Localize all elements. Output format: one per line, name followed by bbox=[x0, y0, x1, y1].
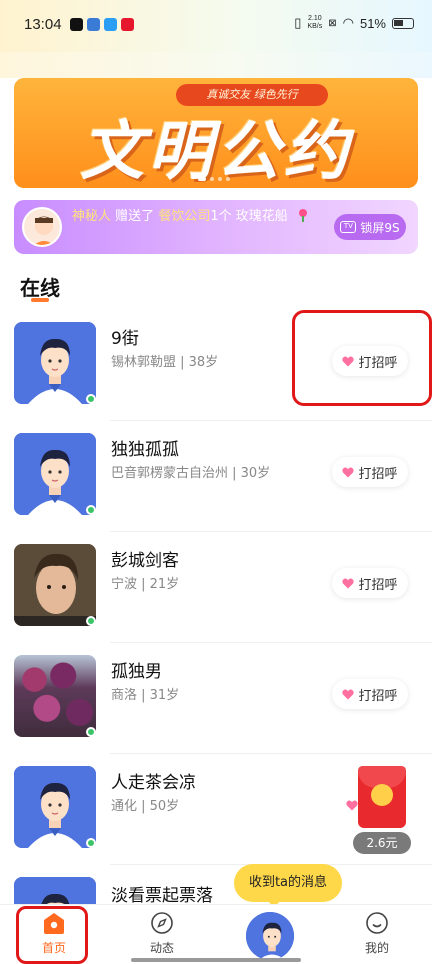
avatar[interactable] bbox=[14, 655, 96, 737]
heart-icon bbox=[342, 689, 355, 699]
list-item[interactable]: 孤独男 商洛 | 31岁 打招呼 bbox=[0, 643, 432, 754]
app-icon bbox=[104, 18, 117, 31]
avatar[interactable] bbox=[14, 322, 96, 404]
tab-label: 动态 bbox=[149, 941, 174, 955]
red-packet-icon[interactable] bbox=[358, 766, 406, 828]
app-icon bbox=[87, 18, 100, 31]
tab-mine[interactable]: 我的 bbox=[342, 911, 412, 956]
heart-icon bbox=[342, 578, 355, 588]
section-title-online[interactable]: 在线 bbox=[20, 272, 60, 301]
user-location-age: 通化 | 50岁 bbox=[111, 799, 180, 814]
user-location-age: 巴音郭楞蒙古自治州 | 30岁 bbox=[111, 466, 271, 481]
center-avatar-button[interactable] bbox=[244, 910, 296, 962]
banner-dot bbox=[218, 177, 222, 181]
sim-off-icon: ⊠ bbox=[328, 17, 337, 29]
online-indicator bbox=[86, 394, 96, 404]
red-packet-amount[interactable]: 2.6元 bbox=[353, 832, 411, 854]
gift-notice[interactable]: 神秘人 赠送了 餐饮公司1个 玫瑰花船 TV 锁屏9S bbox=[14, 200, 418, 254]
greet-button[interactable]: 打招呼 bbox=[332, 457, 408, 487]
avatar[interactable] bbox=[14, 877, 96, 905]
list-item[interactable]: 独独孤孤 巴音郭楞蒙古自治州 | 30岁 打招呼 bbox=[0, 421, 432, 532]
tab-label: 我的 bbox=[364, 941, 389, 955]
lock-label: 锁屏9S bbox=[360, 220, 400, 235]
message-toast[interactable]: 收到ta的消息 bbox=[234, 864, 342, 908]
online-indicator bbox=[86, 838, 96, 848]
notification-icons bbox=[70, 18, 134, 31]
battery-percent: 51% bbox=[359, 15, 386, 31]
weibo-icon bbox=[121, 18, 134, 31]
greet-button[interactable]: 打招呼 bbox=[332, 679, 408, 709]
greet-label: 打招呼 bbox=[358, 688, 398, 704]
battery-icon bbox=[392, 17, 414, 29]
notice-verb: 赠送了 bbox=[115, 209, 155, 224]
banner-dot bbox=[198, 177, 206, 181]
header-background bbox=[0, 52, 432, 78]
avatar[interactable] bbox=[14, 766, 96, 848]
user-name: 孤独男 bbox=[111, 662, 162, 682]
lock-screen-button[interactable]: TV 锁屏9S bbox=[334, 214, 406, 240]
wifi-icon: ◠ bbox=[342, 15, 354, 30]
banner-dot bbox=[226, 177, 230, 181]
tiktok-icon bbox=[70, 18, 83, 31]
smile-icon bbox=[366, 912, 388, 934]
heart-icon bbox=[342, 467, 355, 477]
banner-title: 文明公约 bbox=[80, 115, 352, 188]
user-name: 9街 bbox=[111, 329, 139, 349]
notice-gift: 1个 玫瑰花船 bbox=[210, 209, 288, 224]
user-location-age: 宁波 | 21岁 bbox=[111, 577, 180, 592]
banner-pagination bbox=[198, 177, 230, 181]
online-indicator bbox=[86, 727, 96, 737]
online-indicator bbox=[86, 616, 96, 626]
online-indicator bbox=[86, 505, 96, 515]
greet-button[interactable]: 打招呼 bbox=[332, 568, 408, 598]
coin-icon bbox=[371, 784, 393, 806]
avatar[interactable] bbox=[14, 544, 96, 626]
vibrate-icon: ▯ bbox=[294, 15, 302, 30]
compass-icon bbox=[151, 912, 173, 934]
annotation-box-greet bbox=[292, 310, 432, 406]
user-name: 人走茶会凉 bbox=[111, 773, 196, 793]
rose-boat-icon bbox=[296, 208, 310, 222]
user-name: 彭城剑客 bbox=[111, 551, 179, 571]
greet-label: 打招呼 bbox=[358, 466, 398, 482]
user-name: 淡看票起票落 bbox=[111, 886, 213, 905]
user-location-age: 商洛 | 31岁 bbox=[111, 688, 180, 703]
heart-icon bbox=[346, 800, 358, 810]
tv-icon: TV bbox=[340, 221, 357, 233]
tab-feed[interactable]: 动态 bbox=[127, 911, 197, 956]
notice-target: 餐饮公司 bbox=[158, 209, 211, 224]
status-right: ▯ 2.10 KB/s ⊠ ◠ 51% bbox=[294, 15, 414, 31]
home-indicator bbox=[131, 958, 301, 962]
status-time: 13:04 bbox=[24, 16, 62, 33]
notice-text: 神秘人 赠送了 餐饮公司1个 玫瑰花船 bbox=[72, 206, 342, 228]
user-name: 独独孤孤 bbox=[111, 440, 179, 460]
section-underline bbox=[31, 298, 49, 302]
sender-avatar bbox=[22, 207, 62, 247]
greet-label: 打招呼 bbox=[358, 577, 398, 593]
list-item[interactable]: 淡看票起票落 bbox=[0, 865, 432, 905]
avatar[interactable] bbox=[14, 433, 96, 515]
list-item[interactable]: 彭城剑客 宁波 | 21岁 打招呼 bbox=[0, 532, 432, 643]
user-location-age: 锡林郭勒盟 | 38岁 bbox=[111, 355, 219, 370]
net-speed: 2.10 KB/s bbox=[307, 15, 323, 30]
notice-sender: 神秘人 bbox=[72, 209, 112, 224]
annotation-box-home-tab bbox=[16, 906, 88, 964]
banner-civility-pact[interactable]: 真诚交友 绿色先行 文明公约 bbox=[14, 78, 418, 188]
banner-dot bbox=[210, 177, 214, 181]
status-bar: 13:04 ▯ 2.10 KB/s ⊠ ◠ 51% bbox=[0, 0, 432, 52]
